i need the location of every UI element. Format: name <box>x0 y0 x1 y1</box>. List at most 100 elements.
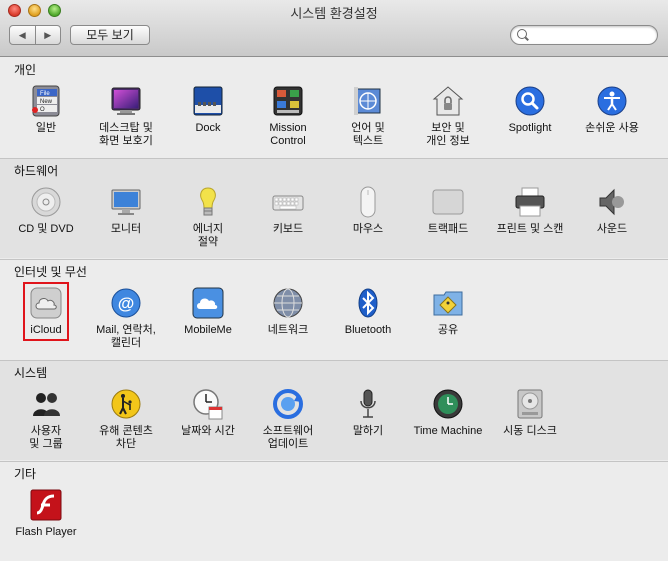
language-text-icon <box>352 85 384 117</box>
pref-mobileme[interactable]: MobileMe <box>168 287 248 337</box>
back-forward-control: ◀ ▶ <box>9 25 61 45</box>
pref-label: Mail, 연락처, 캘린더 <box>96 324 156 349</box>
section-hardware: 하드웨어 CD 및 DVD 모니터 에너지 절약 키보드 마우스 트랙패드 프린… <box>0 158 668 258</box>
pref-label: Time Machine <box>413 425 483 437</box>
mobileme-icon <box>192 287 224 319</box>
icloud-icon <box>30 287 62 319</box>
dock-icon <box>192 85 224 117</box>
back-button[interactable]: ◀ <box>10 26 36 44</box>
pref-label: 날짜와 시간 <box>181 425 235 437</box>
pref-energy-saver[interactable]: 에너지 절약 <box>168 186 248 249</box>
pref-language-text[interactable]: 언어 및 텍스트 <box>328 85 408 148</box>
monitor-icon <box>110 186 142 218</box>
pref-general[interactable]: File New O 일반 <box>6 85 86 135</box>
parental-controls-icon <box>110 388 142 420</box>
pref-cd-dvd[interactable]: CD 및 DVD <box>6 186 86 236</box>
pref-spotlight[interactable]: Spotlight <box>490 85 570 135</box>
mission-control-icon <box>272 85 304 117</box>
pref-mission-control[interactable]: Mission Control <box>248 85 328 148</box>
pref-label: 트랙패드 <box>427 223 469 235</box>
section-title: 인터넷 및 무선 <box>14 265 87 279</box>
general-icon-new-text: New <box>40 99 53 105</box>
pref-speech[interactable]: 말하기 <box>328 388 408 438</box>
pref-label: 유해 콘텐츠 차단 <box>99 425 153 450</box>
pref-mouse[interactable]: 마우스 <box>328 186 408 236</box>
pref-time-machine[interactable]: Time Machine <box>408 388 488 438</box>
pref-label: 사용자 및 그룹 <box>29 425 63 450</box>
pref-parental-controls[interactable]: 유해 콘텐츠 차단 <box>86 388 166 451</box>
pref-bluetooth[interactable]: Bluetooth <box>328 287 408 337</box>
pref-mail-contacts[interactable]: @ Mail, 연락처, 캘린더 <box>86 287 166 350</box>
pref-dock[interactable]: Dock <box>168 85 248 135</box>
toolbar: 시스템 환경설정 ◀ ▶ 모두 보기 <box>0 0 668 57</box>
section-title: 시스템 <box>14 366 48 380</box>
system-preferences-window: 시스템 환경설정 ◀ ▶ 모두 보기 개인 File New O 일반 데스크탑… <box>0 0 668 561</box>
pref-sound[interactable]: 사운드 <box>572 186 652 236</box>
pref-print-scan[interactable]: 프린트 및 스캔 <box>490 186 570 236</box>
pref-security-privacy[interactable]: 보안 및 개인 정보 <box>408 85 488 148</box>
pref-label: MobileMe <box>184 324 232 336</box>
pref-flash-player[interactable]: Flash Player <box>6 489 86 539</box>
pref-label: 프린트 및 스캔 <box>496 223 564 235</box>
pref-label: 사운드 <box>596 223 628 235</box>
sound-icon <box>596 186 628 218</box>
search-field[interactable] <box>510 25 658 45</box>
pref-label: Spotlight <box>508 122 552 134</box>
pref-label: 일반 <box>35 122 57 134</box>
pref-network[interactable]: 네트워크 <box>248 287 328 337</box>
pref-label: 언어 및 텍스트 <box>351 122 385 147</box>
mouse-icon <box>352 186 384 218</box>
pref-label: 시동 디스크 <box>503 425 557 437</box>
sharing-icon <box>432 287 464 319</box>
pref-date-time[interactable]: 날짜와 시간 <box>168 388 248 438</box>
section-internet-wireless: 인터넷 및 무선 iCloud @ Mail, 연락처, 캘린더 MobileM… <box>0 259 668 359</box>
show-all-button[interactable]: 모두 보기 <box>70 25 150 45</box>
bluetooth-icon <box>352 287 384 319</box>
pref-icloud[interactable]: iCloud <box>6 287 86 337</box>
section-divider <box>0 461 668 462</box>
speech-icon <box>352 388 384 420</box>
general-icon-o-text: O <box>40 107 45 113</box>
general-icon: File New O <box>30 85 62 117</box>
pref-label: 에너지 절약 <box>192 223 224 248</box>
svg-text:@: @ <box>118 294 135 313</box>
search-icon <box>517 29 527 39</box>
section-divider <box>0 259 668 260</box>
flash-player-icon <box>30 489 62 521</box>
users-groups-icon <box>30 388 62 420</box>
pref-label: iCloud <box>30 324 62 336</box>
pref-label: 모니터 <box>110 223 142 235</box>
pref-users-groups[interactable]: 사용자 및 그룹 <box>6 388 86 451</box>
keyboard-icon <box>272 186 304 218</box>
section-personal: 개인 File New O 일반 데스크탑 및 화면 보호기 Dock Miss… <box>0 57 668 157</box>
date-time-icon <box>192 388 224 420</box>
pref-accessibility[interactable]: 손쉬운 사용 <box>572 85 652 135</box>
pref-startup-disk[interactable]: 시동 디스크 <box>490 388 570 438</box>
pref-label: 말하기 <box>352 425 384 437</box>
pref-desktop-screensaver[interactable]: 데스크탑 및 화면 보호기 <box>86 85 166 148</box>
pref-label: Mission Control <box>269 122 307 147</box>
pref-keyboard[interactable]: 키보드 <box>248 186 328 236</box>
energy-saver-icon <box>192 186 224 218</box>
pref-label: Bluetooth <box>344 324 392 336</box>
cd-dvd-icon <box>30 186 62 218</box>
pref-trackpad[interactable]: 트랙패드 <box>408 186 488 236</box>
network-icon <box>272 287 304 319</box>
back-arrow-icon: ◀ <box>18 29 26 40</box>
pref-label: Flash Player <box>15 526 77 538</box>
forward-arrow-icon: ▶ <box>44 29 52 40</box>
search-input[interactable] <box>533 28 651 42</box>
accessibility-icon <box>596 85 628 117</box>
pref-label: Dock <box>195 122 221 134</box>
forward-button[interactable]: ▶ <box>36 26 61 44</box>
pref-label: 손쉬운 사용 <box>585 122 639 134</box>
pref-sharing[interactable]: 공유 <box>408 287 488 337</box>
time-machine-icon <box>432 388 464 420</box>
general-icon-file-text: File <box>40 91 50 97</box>
print-scan-icon <box>514 186 546 218</box>
pref-label: 마우스 <box>352 223 384 235</box>
pref-label: 공유 <box>437 324 459 336</box>
pref-label: 키보드 <box>272 223 304 235</box>
pref-software-update[interactable]: 소프트웨어 업데이트 <box>248 388 328 451</box>
pref-monitor[interactable]: 모니터 <box>86 186 166 236</box>
